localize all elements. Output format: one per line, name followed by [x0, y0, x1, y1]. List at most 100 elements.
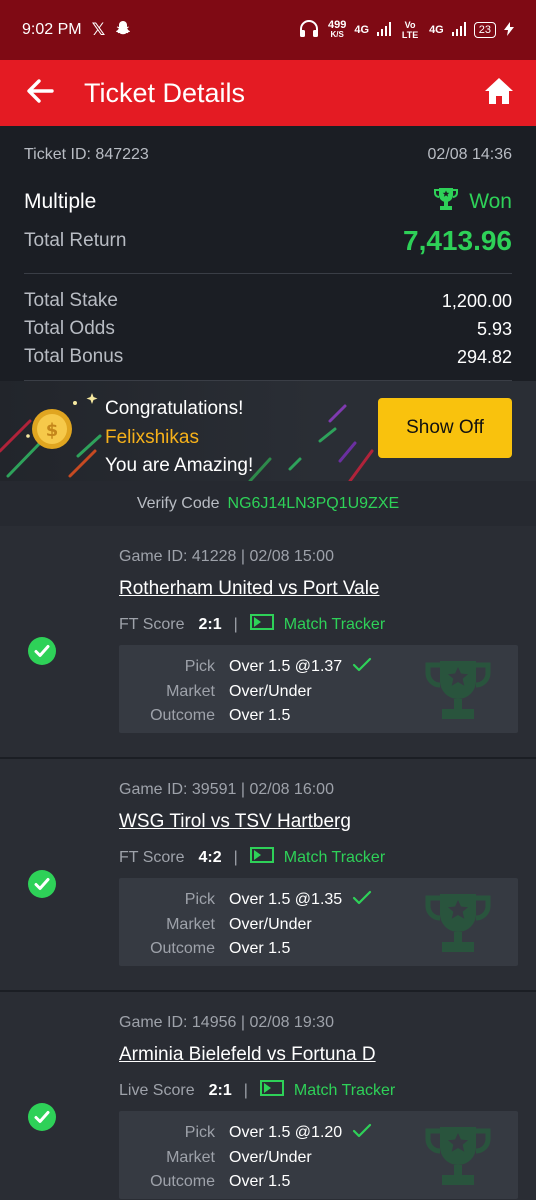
congrats-banner: $ Congratulations! Felixshikas You are A…	[0, 381, 536, 481]
market-label: Market	[166, 1148, 215, 1166]
check-circle-icon	[28, 1103, 56, 1131]
checkmark-icon	[352, 890, 372, 911]
bet-details-box: Pick Over 1.5 @1.20 Market Over/Under Ou…	[119, 1111, 518, 1199]
verify-code-row: Verify Code NG6J14LN3PQ1U9ZXE	[0, 481, 536, 526]
signal-icon	[451, 21, 466, 39]
separator: |	[243, 1081, 248, 1099]
pick-value: Over 1.5 @1.37	[229, 658, 343, 676]
ticket-type: Multiple	[24, 190, 97, 213]
signal-icon	[377, 21, 392, 39]
bet-details-box: Pick Over 1.5 @1.37 Market Over/Under Ou…	[119, 645, 518, 733]
x-app-icon: 𝕏	[91, 20, 106, 39]
net-label-2: Vo LTE	[401, 20, 419, 40]
result-badge: Won	[433, 187, 512, 217]
match-tracker-link[interactable]: Match Tracker	[249, 614, 385, 635]
pick-label: Pick	[184, 891, 215, 909]
market-value: Over/Under	[229, 915, 312, 933]
total-stake-label: Total Stake	[24, 290, 118, 311]
pick-value: Over 1.5 @1.35	[229, 891, 343, 909]
market-label: Market	[166, 915, 215, 933]
outcome-value: Over 1.5	[229, 1173, 291, 1191]
market-value: Over/Under	[229, 682, 312, 700]
game-id: Game ID: 39591 | 02/08 16:00	[119, 781, 334, 798]
total-return-value: 7,413.96	[403, 225, 512, 256]
back-arrow-icon[interactable]	[26, 78, 54, 108]
charging-icon	[504, 21, 514, 39]
match-name[interactable]: WSG Tirol vs TSV Hartberg	[119, 811, 518, 833]
svg-text:$: $	[46, 420, 59, 441]
network-speed: 499	[328, 19, 347, 31]
bet-card: Game ID: 14956 | 02/08 19:30 Arminia Bie…	[0, 992, 536, 1200]
total-stake-value: 1,200.00	[441, 290, 512, 311]
game-id: Game ID: 41228 | 02/08 15:00	[119, 548, 334, 565]
match-name[interactable]: Rotherham United vs Port Vale	[119, 578, 518, 600]
ticket-datetime: 02/08 14:36	[427, 146, 512, 163]
pick-value: Over 1.5 @1.20	[229, 1124, 343, 1142]
outcome-label: Outcome	[150, 1173, 215, 1191]
separator: |	[233, 848, 238, 866]
game-id: Game ID: 14956 | 02/08 19:30	[119, 1014, 334, 1031]
total-odds-label: Total Odds	[24, 318, 115, 339]
total-return-label: Total Return	[24, 230, 127, 251]
tracker-label: Match Tracker	[293, 1081, 396, 1099]
outcome-label: Outcome	[150, 940, 215, 958]
outcome-value: Over 1.5	[229, 707, 291, 725]
net-label-1: 4G	[354, 24, 370, 36]
market-value: Over/Under	[229, 1148, 312, 1166]
market-label: Market	[166, 682, 215, 700]
trophy-icon	[424, 1125, 492, 1194]
show-off-button[interactable]: Show Off	[378, 398, 512, 458]
tracker-icon	[259, 1080, 284, 1101]
status-time: 9:02 PM	[22, 21, 82, 38]
outcome-label: Outcome	[150, 707, 215, 725]
congrats-line1: Congratulations!	[105, 398, 244, 419]
score-label: Live Score	[119, 1081, 195, 1099]
score-label: FT Score	[119, 848, 185, 866]
tracker-icon	[249, 614, 274, 635]
match-tracker-link[interactable]: Match Tracker	[249, 847, 386, 868]
tracker-icon	[249, 847, 274, 868]
score-label: FT Score	[119, 615, 185, 633]
check-circle-icon	[28, 870, 56, 898]
battery-level: 23	[478, 24, 491, 36]
check-circle-icon	[28, 637, 56, 665]
app-header: Ticket Details	[0, 60, 536, 126]
total-bonus-value: 294.82	[456, 346, 512, 367]
snapchat-icon	[115, 20, 131, 41]
result-text: Won	[469, 190, 512, 213]
checkmark-icon	[352, 657, 372, 678]
headphones-icon	[298, 19, 320, 41]
bet-card: Game ID: 39591 | 02/08 16:00 WSG Tirol v…	[0, 759, 536, 992]
tracker-label: Match Tracker	[283, 848, 386, 866]
verify-label: Verify Code	[136, 494, 220, 512]
bet-card: Game ID: 41228 | 02/08 15:00 Rotherham U…	[0, 526, 536, 759]
ticket-id: Ticket ID: 847223	[24, 146, 149, 164]
verify-code[interactable]: NG6J14LN3PQ1U9ZXE	[228, 495, 400, 513]
checkmark-icon	[352, 1123, 372, 1144]
total-odds-value: 5.93	[476, 318, 512, 339]
trophy-icon	[424, 659, 492, 728]
score-value: 2:1	[208, 1081, 232, 1099]
pick-label: Pick	[184, 658, 215, 676]
congrats-username: Felixshikas	[105, 426, 199, 448]
battery-icon: 23	[473, 22, 496, 38]
outcome-value: Over 1.5	[229, 940, 291, 958]
separator: |	[233, 615, 238, 633]
score-value: 2:1	[198, 615, 222, 633]
match-name[interactable]: Arminia Bielefeld vs Fortuna D	[119, 1044, 518, 1066]
trophy-icon	[433, 187, 459, 217]
ticket-id-value: 847223	[95, 146, 149, 163]
status-bar: 9:02 PM 𝕏 499 K/S 4G Vo LTE 4G 23	[0, 0, 536, 60]
ticket-summary: Ticket ID: 847223 02/08 14:36 Multiple W…	[0, 126, 536, 381]
trophy-icon	[424, 892, 492, 961]
pick-label: Pick	[184, 1124, 215, 1142]
match-tracker-link[interactable]: Match Tracker	[259, 1080, 396, 1101]
net-label-3: 4G	[429, 24, 444, 36]
congrats-line3: You are Amazing!	[105, 455, 254, 476]
total-bonus-label: Total Bonus	[24, 346, 124, 367]
ticket-id-label: Ticket ID:	[24, 146, 91, 163]
network-speed-unit: K/S	[330, 30, 344, 39]
home-icon[interactable]	[484, 77, 514, 110]
bet-details-box: Pick Over 1.5 @1.35 Market Over/Under Ou…	[119, 878, 518, 966]
score-value: 4:2	[198, 848, 222, 866]
